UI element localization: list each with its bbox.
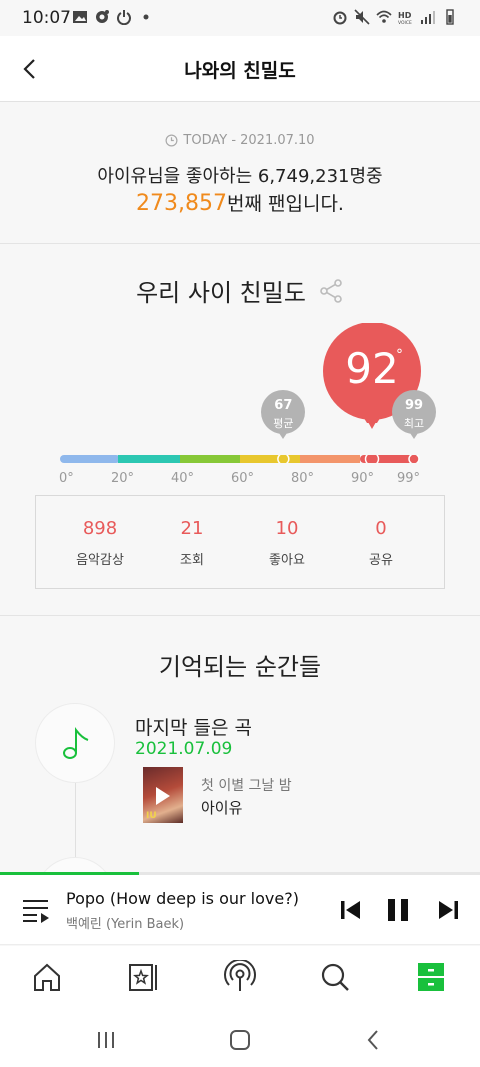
intimacy-score: 92 — [345, 344, 399, 393]
today-date-label: TODAY - 2021.07.10 — [183, 133, 315, 148]
share-icon[interactable] — [318, 278, 344, 304]
wifi-icon — [376, 10, 392, 23]
album-art[interactable]: IU — [143, 767, 183, 823]
play-icon — [156, 787, 170, 805]
stat-label: 좋아요 — [269, 553, 305, 568]
stat-listens: 898 음악감상 — [60, 518, 140, 568]
max-value: 99 — [404, 398, 424, 413]
alarm-icon — [333, 11, 347, 25]
now-playing-artist[interactable]: 백예린 (Yerin Baek) — [66, 913, 184, 932]
fan-rank-suffix: 번째 팬입니다. — [227, 193, 344, 215]
stat-views: 21 조회 — [152, 518, 232, 568]
svg-text:VOICE: VOICE — [398, 20, 412, 25]
hd-voice-icon: HDVOICE — [398, 11, 412, 25]
tick-label: 0° — [59, 471, 74, 486]
recent-apps-icon[interactable] — [94, 1028, 118, 1052]
signal-icon — [421, 11, 435, 24]
scale-segment-3 — [240, 455, 300, 463]
average-dot — [277, 455, 290, 463]
intimacy-section: 우리 사이 친밀도 92 ° 67 평균 99 최고 0° 20° 40° 60… — [0, 245, 480, 616]
tick-label: 99° — [397, 471, 421, 486]
stat-value: 10 — [275, 518, 299, 539]
tick-label: 60° — [231, 471, 255, 486]
system-nav-bar — [0, 1008, 480, 1067]
fan-rank-number: 273,857 — [136, 191, 227, 216]
fan-rank-line: 273,857번째 팬입니다. — [0, 189, 480, 216]
next-icon[interactable] — [435, 897, 461, 923]
memory-date: 2021.07.09 — [135, 739, 233, 759]
score-degree: ° — [396, 347, 403, 363]
power-icon — [117, 10, 131, 25]
song-artist[interactable]: 아이유 — [201, 797, 242, 818]
tick-label: 80° — [291, 471, 315, 486]
memory-circle — [35, 703, 115, 783]
settings-icon — [96, 10, 109, 23]
average-value: 67 — [274, 398, 293, 413]
search-icon[interactable] — [318, 960, 352, 994]
max-dot — [408, 455, 420, 463]
dot-icon — [143, 14, 149, 20]
tick-label: 40° — [171, 471, 195, 486]
stats-box: 898 음악감상 21 조회 10 좋아요 0 공유 — [35, 495, 445, 589]
fan-total-text: 아이유님을 좋아하는 6,749,231명중 — [97, 166, 383, 187]
scale-segment-4 — [300, 455, 360, 463]
intimacy-scale-bar — [60, 455, 420, 463]
clock-icon — [165, 134, 178, 147]
status-time: 10:07 — [22, 8, 71, 28]
stat-label: 공유 — [369, 553, 393, 568]
mute-icon — [354, 9, 370, 25]
battery-icon — [446, 9, 454, 25]
podcast-icon[interactable] — [223, 960, 257, 994]
music-note-icon — [63, 727, 89, 759]
tick-label: 20° — [111, 471, 135, 486]
scale-segment-1 — [118, 455, 180, 463]
memory-heading: 마지막 들은 곡 — [135, 717, 252, 739]
page-title: 나와의 친밀도 — [184, 60, 296, 82]
pause-icon[interactable] — [385, 897, 411, 923]
average-label: 평균 — [273, 417, 294, 430]
back-nav-icon[interactable] — [362, 1028, 386, 1052]
song-title[interactable]: 첫 이별 그날 밤 — [201, 775, 292, 795]
status-bar: 10:07 HD VOICE — [0, 0, 480, 36]
storage-icon[interactable] — [414, 960, 448, 994]
stat-label: 조회 — [180, 553, 204, 568]
tick-label: 90° — [351, 471, 375, 486]
mini-player[interactable]: Popo (How deep is our love?) 백예린 (Yerin … — [0, 875, 480, 945]
previous-icon[interactable] — [338, 897, 364, 923]
memories-section: 기억되는 순간들 마지막 들은 곡 2021.07.09 IU 첫 이별 그날 … — [0, 617, 480, 875]
score-dot — [364, 455, 380, 463]
stat-likes: 10 좋아요 — [247, 518, 327, 568]
app-header: 나와의 친밀도 — [0, 36, 480, 102]
album-text: IU — [146, 811, 157, 821]
intimacy-title: 우리 사이 친밀도 — [136, 279, 306, 307]
library-icon[interactable] — [127, 960, 161, 994]
stat-value: 898 — [82, 518, 118, 539]
home-icon[interactable] — [30, 960, 64, 994]
scale-segment-0 — [60, 455, 120, 463]
svg-text:HD: HD — [398, 11, 412, 20]
today-section: TODAY - 2021.07.10 아이유님을 좋아하는 6,749,231명… — [0, 103, 480, 244]
bottom-tab-bar — [0, 946, 480, 1008]
scale-tick-labels: 0° 20° 40° 60° 80° 90° 99° — [0, 471, 480, 489]
score-pointer — [364, 415, 380, 429]
scale-segment-2 — [180, 455, 240, 463]
home-button-icon[interactable] — [228, 1028, 252, 1052]
stat-label: 음악감상 — [76, 553, 124, 568]
stat-shares: 0 공유 — [341, 518, 421, 568]
playlist-icon[interactable] — [22, 897, 50, 923]
max-label: 최고 — [403, 417, 425, 430]
gallery-icon — [73, 11, 87, 23]
stat-value: 21 — [180, 518, 204, 539]
memories-title: 기억되는 순간들 — [158, 653, 322, 681]
now-playing-title[interactable]: Popo (How deep is our love?) — [66, 889, 299, 908]
stat-value: 0 — [375, 518, 387, 539]
